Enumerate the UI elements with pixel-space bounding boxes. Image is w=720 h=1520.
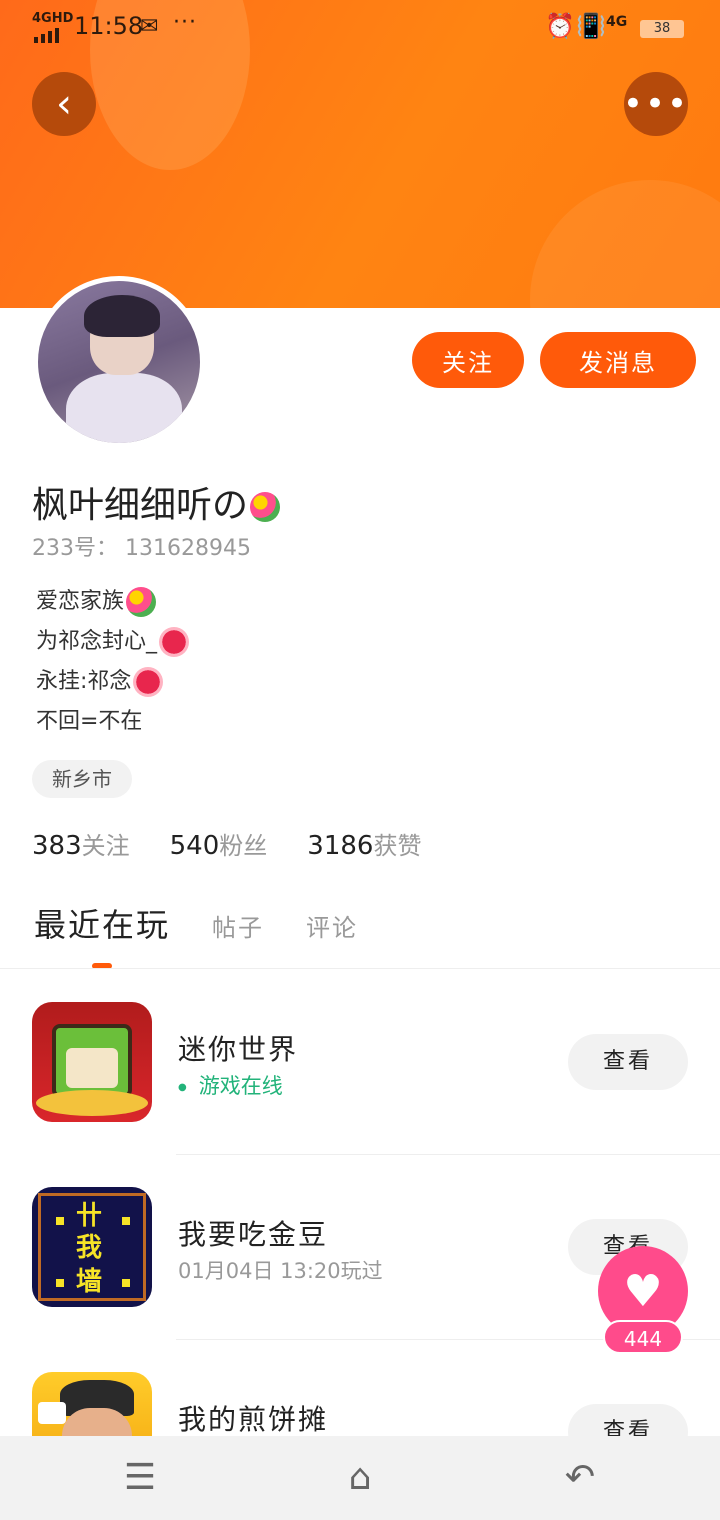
profile-stats: 383关注 540粉丝 3186获赞 [32, 826, 421, 861]
avatar[interactable] [33, 276, 205, 448]
flower-emoji-icon [250, 492, 281, 522]
stat-label: 关注 [81, 832, 130, 860]
send-message-button[interactable]: 发消息 [540, 332, 696, 388]
bio-line: 永挂:祁念 [36, 669, 132, 694]
stat-label: 获赞 [373, 832, 422, 860]
tab-comments[interactable]: 评论 [306, 908, 358, 943]
eat-gold-beans-icon: 卄 我 墙 [32, 1187, 152, 1307]
game-name: 我的煎饼摊 [178, 1403, 329, 1436]
flower-emoji-icon [126, 587, 157, 617]
more-options-button[interactable]: ••• [622, 72, 690, 136]
bio-line: 爱恋家族 [36, 589, 125, 614]
game-name: 迷你世界 [178, 1033, 299, 1066]
list-item[interactable]: 迷你世界 游戏在线 查看 [0, 1000, 720, 1185]
wechat-icon: ✉ [140, 14, 159, 39]
system-nav-bar: ☰ ⌂ ↶ [0, 1436, 720, 1520]
stat-label: 粉丝 [219, 832, 268, 860]
avatar-figure [66, 373, 182, 443]
avatar-hair [84, 295, 160, 337]
notification-more: ··· [173, 10, 197, 35]
game-name: 我要吃金豆 [178, 1218, 329, 1251]
bio: 爱恋家族 为祁念封心_ 永挂:祁念 不回=不在 [36, 582, 190, 742]
alarm-icon: ⏰ [545, 12, 575, 40]
stat-number: 540 [169, 831, 220, 861]
home-icon[interactable]: ⌂ [330, 1454, 390, 1502]
heart-icon: ♥ [623, 1265, 663, 1317]
sparkle-heart-emoji-icon [133, 667, 164, 697]
clock: 11:58 [74, 12, 144, 40]
status-bar: 4GHD 11:58 ✉ ··· ⏰ 📳 4G 38 [0, 0, 720, 56]
username-text: 枫叶细细听の [32, 485, 249, 526]
divider [0, 968, 720, 969]
mini-world-icon [32, 1002, 152, 1122]
bio-line: 不回=不在 [36, 709, 143, 734]
banner-decoration [530, 180, 720, 308]
back-button[interactable]: ‹ [32, 72, 96, 136]
menu-icon[interactable]: ☰ [110, 1454, 170, 1502]
stat-followers[interactable]: 540粉丝 [170, 826, 268, 861]
network-4g: 4G [606, 14, 628, 30]
location-tag: 新乡市 [32, 760, 132, 798]
follow-button[interactable]: 关注 [412, 332, 524, 388]
stat-number: 3186 [307, 831, 374, 861]
tab-posts[interactable]: 帖子 [212, 908, 264, 943]
network-indicator: 4GHD [32, 11, 74, 26]
like-count: 444 [603, 1320, 683, 1354]
back-icon[interactable]: ↶ [550, 1454, 610, 1502]
heart-emoji-icon [159, 627, 190, 657]
stat-likes: 3186获赞 [307, 826, 421, 861]
battery-icon: 38 [640, 20, 684, 38]
uid-label: 233号： [32, 536, 118, 561]
user-id: 233号： 131628945 [32, 530, 251, 562]
view-button[interactable]: 查看 [568, 1034, 688, 1090]
last-played: 01月04日 13:20玩过 [178, 1259, 383, 1283]
stat-following[interactable]: 383关注 [32, 826, 130, 861]
signal-icon [34, 28, 59, 43]
more-horizontal-icon: ••• [622, 84, 690, 124]
stat-number: 383 [32, 831, 82, 861]
profile-tabs: 最近在玩 帖子 评论 [34, 900, 358, 946]
uid-value: 131628945 [125, 536, 251, 561]
bio-line: 为祁念封心_ [36, 629, 158, 654]
vibrate-icon: 📳 [576, 12, 606, 40]
tab-recently-played[interactable]: 最近在玩 [34, 900, 170, 946]
chevron-left-icon: ‹ [56, 81, 72, 127]
divider [176, 1154, 720, 1155]
username: 枫叶细细听の [32, 476, 281, 528]
game-status: 游戏在线 [178, 1070, 283, 1100]
